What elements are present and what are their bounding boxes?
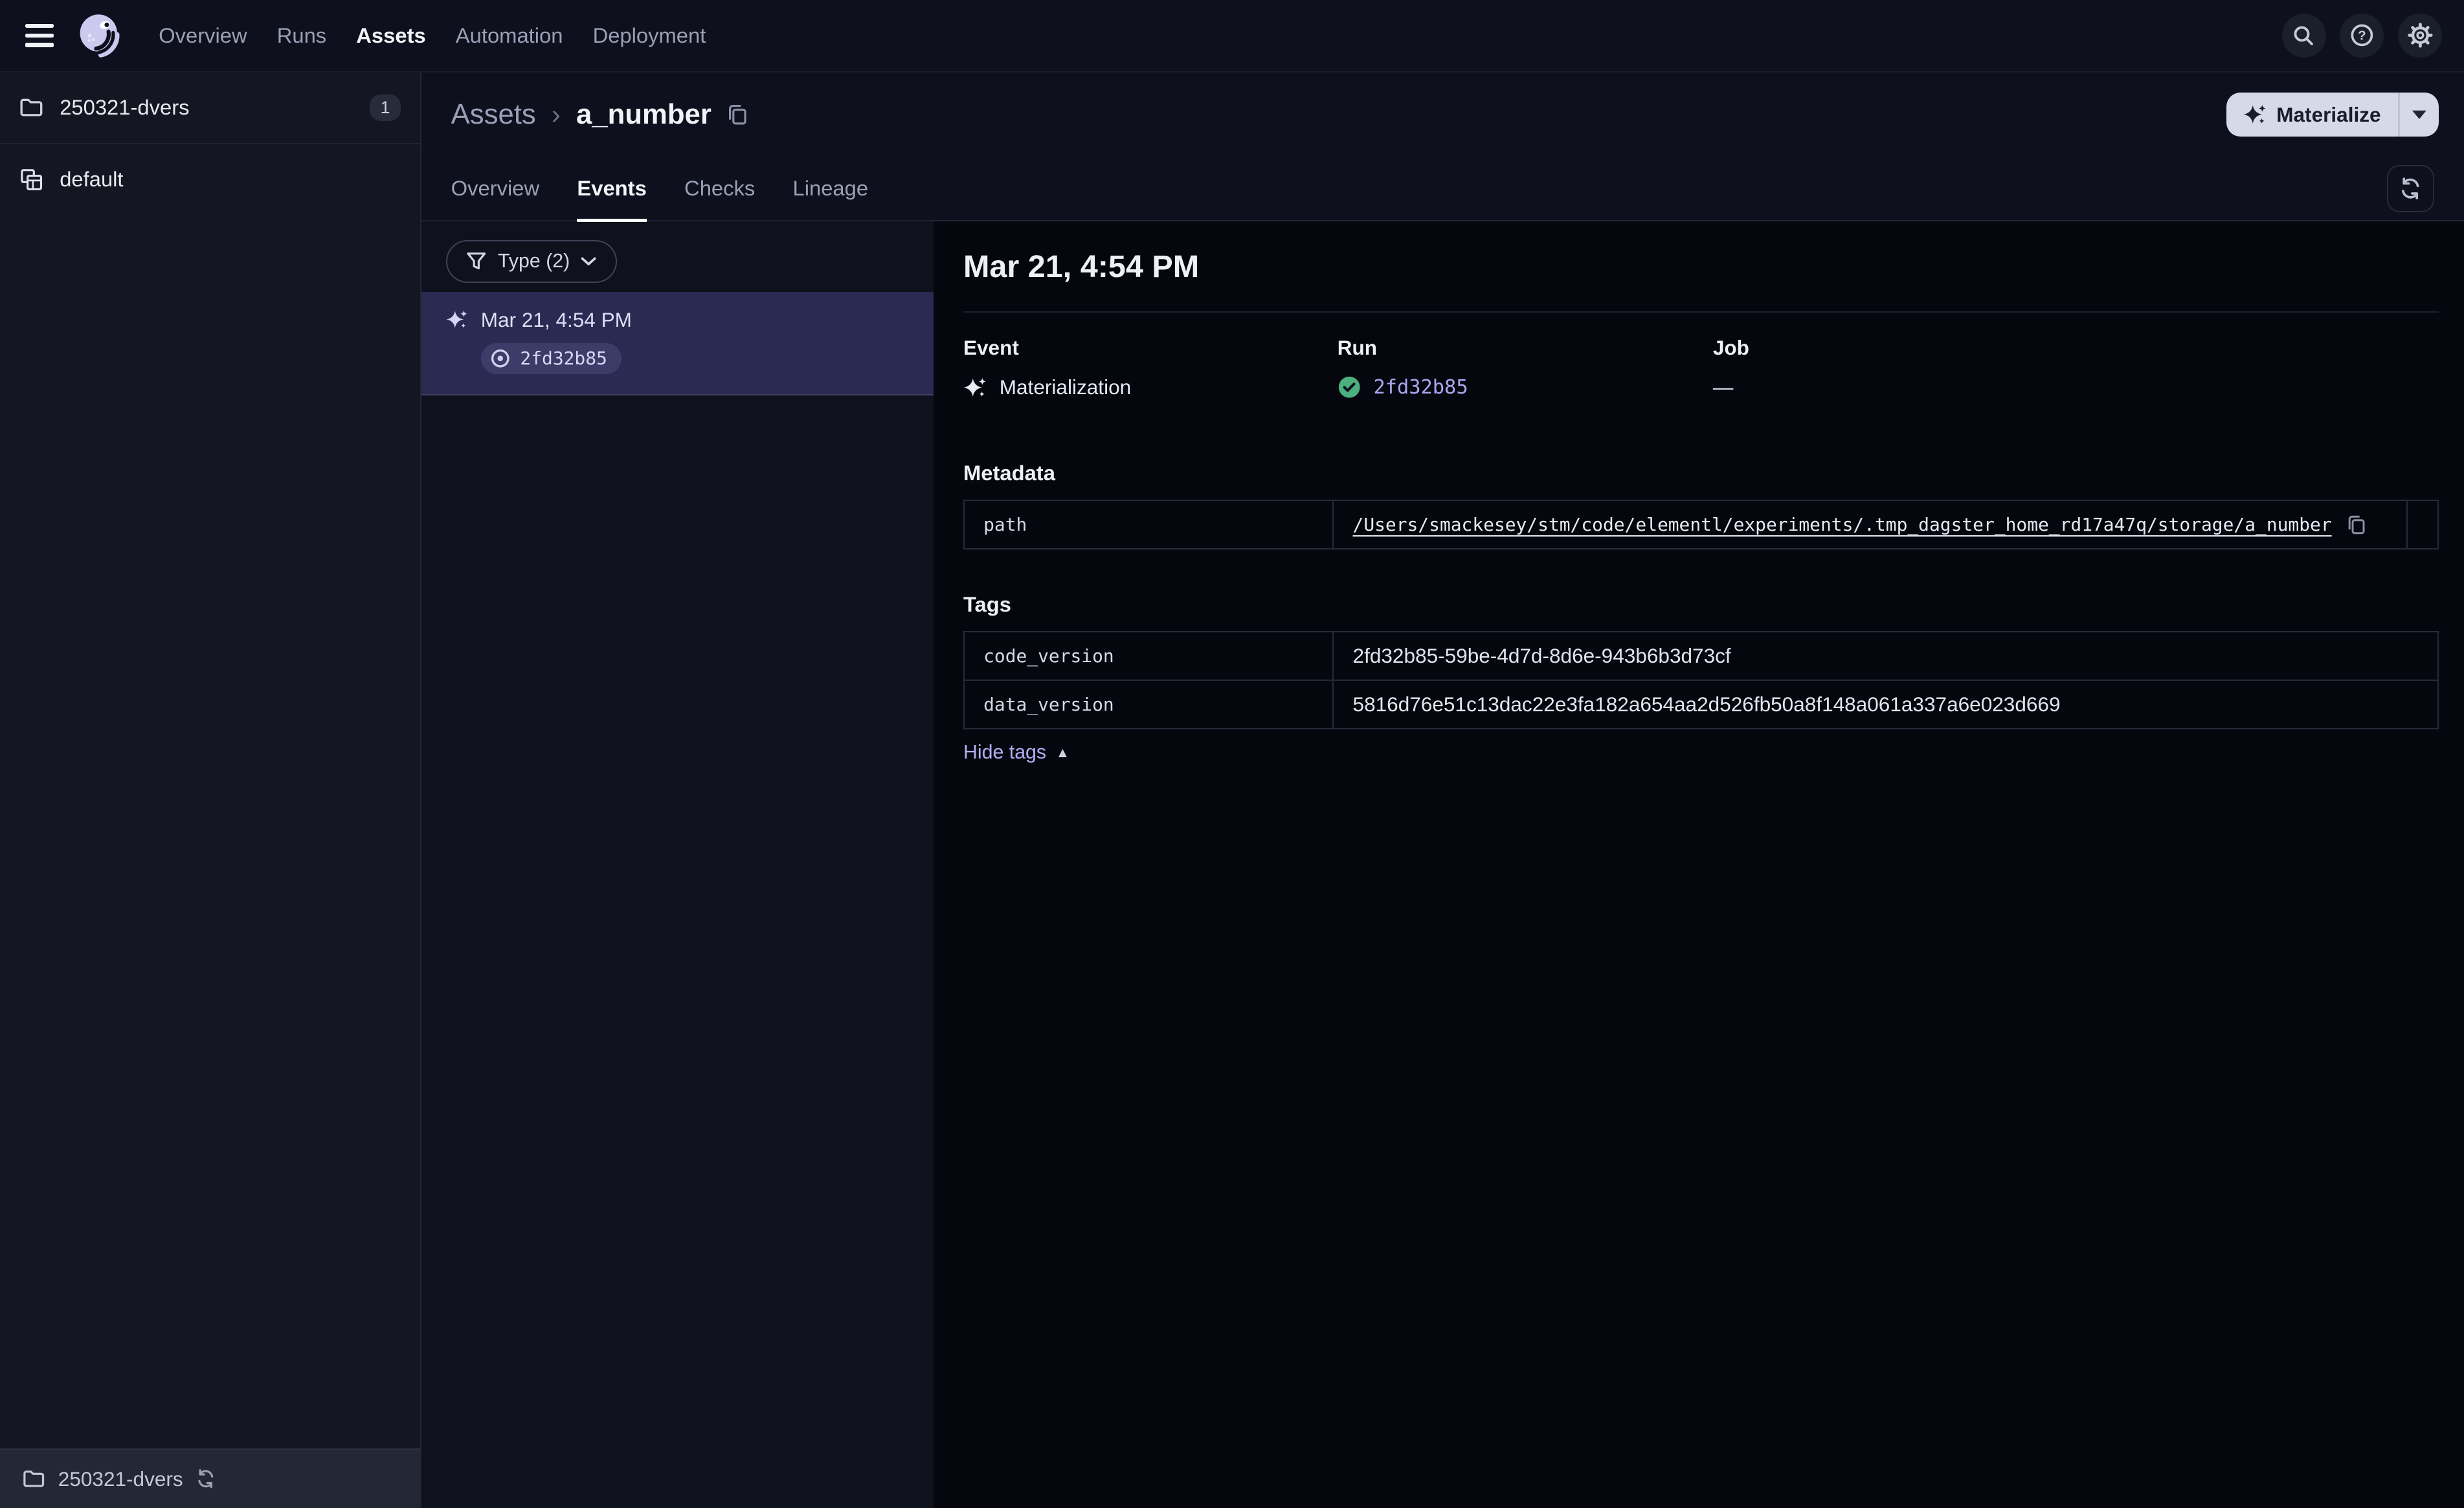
event-summary-columns: Event Materialization Run 2fd32b85 Job — — [963, 336, 2439, 399]
table-spacer-cell — [2406, 499, 2439, 550]
sync-icon[interactable] — [196, 1469, 216, 1489]
tag-key: data_version — [963, 679, 1334, 730]
event-timestamp: Mar 21, 4:54 PM — [480, 307, 632, 331]
circled-dot-icon — [491, 349, 510, 368]
nav-item-automation[interactable]: Automation — [453, 17, 566, 54]
metadata-path-link[interactable]: /Users/smackesey/stm/code/elementl/exper… — [1353, 514, 2332, 535]
materialization-sparkle-icon — [446, 310, 468, 329]
materialization-sparkle-icon — [963, 377, 987, 397]
event-type-value: Materialization — [999, 375, 1132, 399]
materialize-dropdown-button[interactable] — [2400, 93, 2439, 137]
run-id-label: 2fd32b85 — [520, 348, 607, 370]
help-icon: ? — [2351, 24, 2373, 47]
caret-down-icon — [2412, 110, 2426, 119]
asset-header: Assets › a_number Materialize Overview E… — [421, 72, 2464, 223]
tab-events[interactable]: Events — [577, 157, 647, 223]
search-icon — [2294, 26, 2314, 45]
materialize-split-button: Materialize — [2226, 93, 2439, 137]
event-detail-panel: Mar 21, 4:54 PM Event Materialization Ru… — [933, 221, 2464, 1508]
events-list-panel: Type (2) Mar 21, 4:54 PM 2fd32b85 — [421, 221, 934, 1508]
folder-icon — [23, 1470, 45, 1487]
metadata-heading: Metadata — [963, 461, 1055, 485]
nav-item-overview[interactable]: Overview — [155, 17, 250, 54]
refresh-button[interactable] — [2387, 165, 2435, 212]
refresh-icon — [2402, 177, 2419, 200]
run-id-link[interactable]: 2fd32b85 — [1374, 376, 1468, 399]
nav-links: Overview Runs Assets Automation Deployme… — [155, 17, 709, 54]
run-id-pill[interactable]: 2fd32b85 — [480, 342, 622, 375]
breadcrumb-separator: › — [552, 99, 561, 129]
event-list-item[interactable]: Mar 21, 4:54 PM 2fd32b85 — [421, 292, 934, 395]
job-column: Job — — [1713, 336, 2439, 399]
asset-tabs: Overview Events Checks Lineage — [421, 157, 2464, 223]
run-column: Run 2fd32b85 — [1338, 336, 1713, 399]
metadata-table: path /Users/smackesey/stm/code/elementl/… — [963, 499, 2439, 550]
gear-icon — [2408, 23, 2433, 48]
materialize-label: Materialize — [2276, 102, 2381, 126]
tag-value: 2fd32b85-59be-4d7d-8d6e-943b6b3d73cf — [1332, 630, 2439, 681]
sidebar: 250321-dvers 1 default 250321-dvers — [0, 72, 421, 1508]
tags-heading: Tags — [963, 592, 1011, 616]
event-column-label: Event — [963, 336, 1019, 360]
hide-tags-label: Hide tags — [963, 742, 1047, 764]
table-row: path /Users/smackesey/stm/code/elementl/… — [963, 499, 2439, 550]
nav-item-runs[interactable]: Runs — [274, 17, 330, 54]
dagster-logo-icon[interactable] — [76, 11, 124, 60]
nav-item-deployment[interactable]: Deployment — [590, 17, 709, 54]
asset-count-badge: 1 — [369, 94, 401, 121]
copy-path-button[interactable] — [2346, 514, 2368, 536]
sidebar-item-code-location[interactable]: 250321-dvers 1 — [0, 72, 420, 143]
tags-table: code_version 2fd32b85-59be-4d7d-8d6e-943… — [963, 630, 2439, 730]
job-column-label: Job — [1712, 336, 1749, 360]
event-detail-title: Mar 21, 4:54 PM — [963, 249, 1200, 284]
copy-icon — [2349, 515, 2365, 534]
asset-group-icon — [21, 169, 43, 191]
run-column-label: Run — [1337, 336, 1378, 360]
copy-icon — [728, 104, 746, 125]
hide-tags-link[interactable]: Hide tags ▲ — [963, 742, 1070, 764]
breadcrumb: Assets › a_number Materialize — [421, 72, 2464, 157]
sidebar-item-default-group[interactable]: default — [0, 144, 420, 215]
breadcrumb-assets-link[interactable]: Assets — [451, 98, 536, 131]
group-label: default — [60, 167, 124, 192]
folder-icon — [20, 98, 43, 116]
event-column: Event Materialization — [963, 336, 1338, 399]
tab-checks[interactable]: Checks — [684, 157, 755, 221]
footer-code-location-label: 250321-dvers — [58, 1467, 183, 1491]
copy-asset-name-button[interactable] — [726, 103, 749, 126]
table-row: data_version 5816d76e51c13dac22e3fa182a6… — [963, 679, 2439, 730]
materialize-button[interactable]: Materialize — [2226, 93, 2399, 137]
chevron-down-icon — [581, 257, 596, 265]
type-filter-label: Type (2) — [498, 250, 570, 272]
hamburger-icon[interactable] — [25, 20, 57, 52]
code-location-label: 250321-dvers — [60, 95, 190, 120]
metadata-key: path — [963, 499, 1334, 550]
svg-text:?: ? — [2358, 28, 2366, 43]
caret-up-icon: ▲ — [1055, 744, 1070, 761]
settings-button[interactable] — [2398, 13, 2443, 58]
tab-overview[interactable]: Overview — [451, 157, 540, 221]
table-row: code_version 2fd32b85-59be-4d7d-8d6e-943… — [963, 630, 2439, 681]
filter-funnel-icon — [467, 252, 486, 270]
detail-divider — [963, 311, 2439, 313]
success-check-icon — [1338, 377, 1360, 399]
dagster-app: Overview Runs Assets Automation Deployme… — [0, 0, 2464, 1508]
tag-value: 5816d76e51c13dac22e3fa182a654aa2d526fb50… — [1332, 679, 2439, 730]
top-nav: Overview Runs Assets Automation Deployme… — [0, 0, 2464, 72]
help-button[interactable]: ? — [2340, 13, 2384, 58]
asset-name: a_number — [576, 98, 711, 131]
type-filter-button[interactable]: Type (2) — [446, 240, 617, 283]
nav-right-actions: ? — [2281, 13, 2443, 58]
sidebar-footer[interactable]: 250321-dvers — [0, 1448, 420, 1508]
nav-item-assets[interactable]: Assets — [353, 17, 429, 54]
tab-lineage[interactable]: Lineage — [793, 157, 869, 221]
search-button[interactable] — [2281, 13, 2326, 58]
job-value: — — [1712, 375, 1734, 399]
materialization-sparkle-icon — [2243, 104, 2267, 124]
tag-key: code_version — [963, 630, 1334, 681]
